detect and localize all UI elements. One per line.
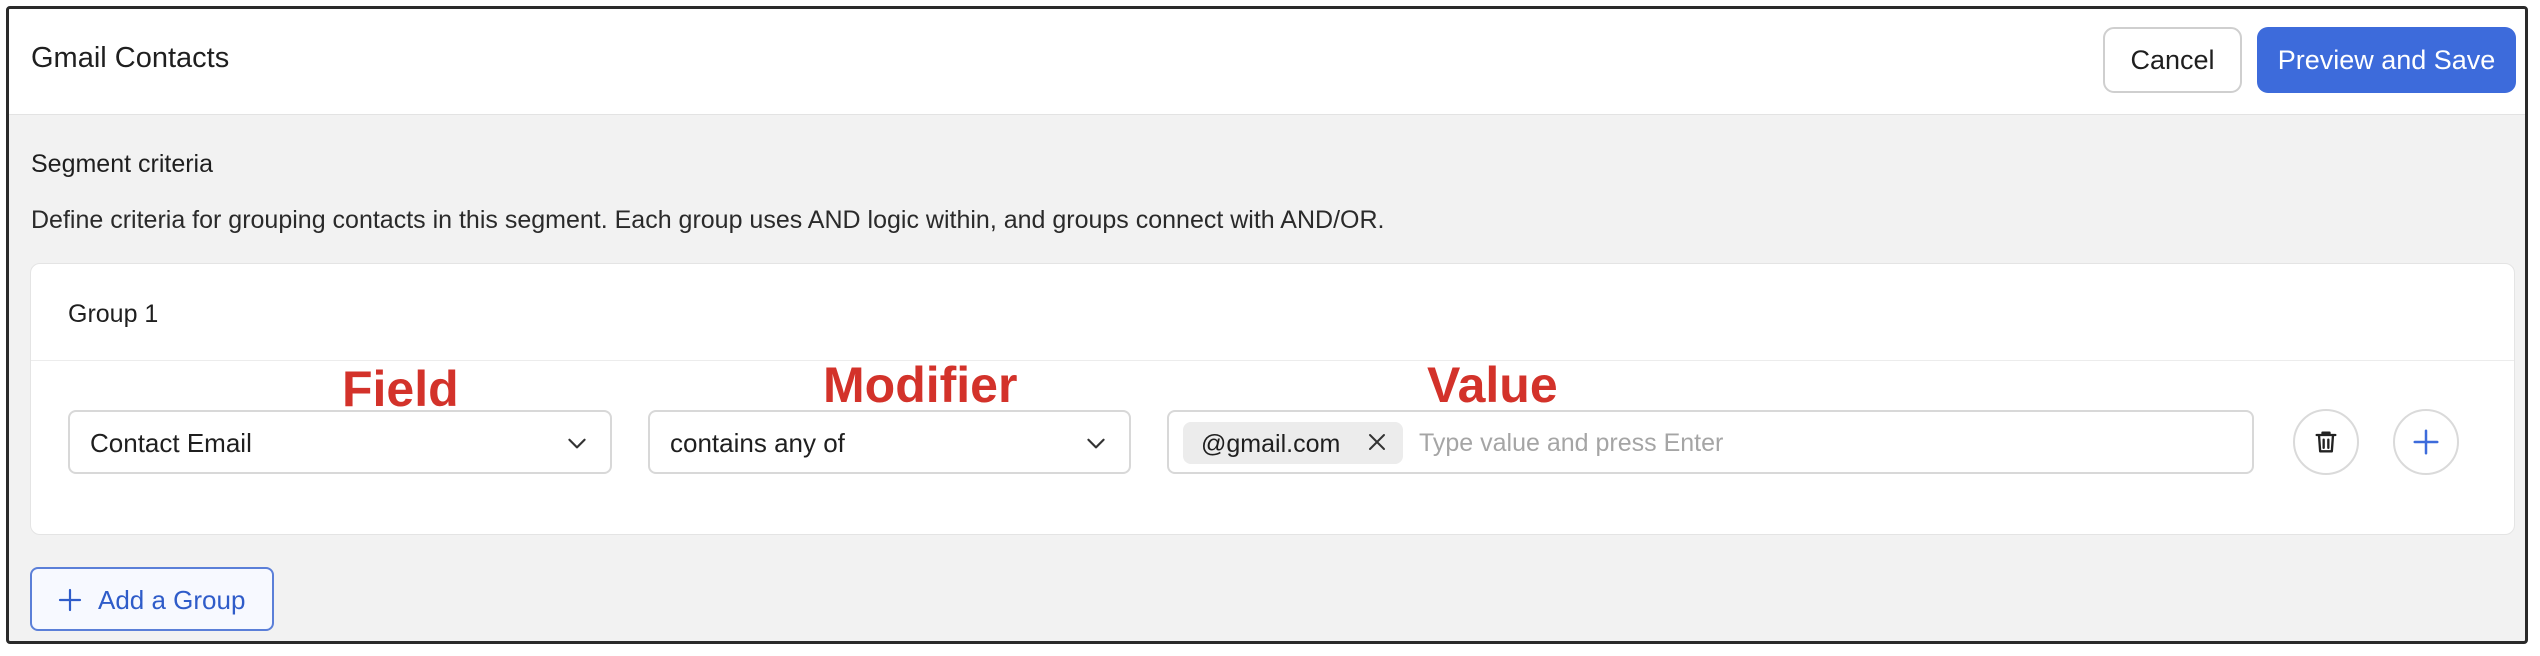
value-annotation: Value — [1427, 357, 1558, 413]
delete-criteria-button[interactable] — [2293, 409, 2359, 475]
top-bar: Gmail Contacts Cancel Preview and Save — [9, 9, 2525, 115]
value-input[interactable]: @gmail.com Type value and press Enter — [1167, 410, 2254, 474]
group-card: Group 1 Field Modifier Value Contact Ema… — [30, 263, 2515, 535]
add-group-label: Add a Group — [98, 585, 246, 615]
value-chip: @gmail.com — [1183, 422, 1403, 464]
group-header: Group 1 — [31, 264, 2514, 361]
field-select-value: Contact Email — [90, 428, 252, 458]
preview-and-save-button[interactable]: Preview and Save — [2257, 27, 2516, 93]
close-icon[interactable] — [1367, 432, 1387, 452]
page-title: Gmail Contacts — [31, 42, 230, 74]
modifier-select[interactable]: contains any of — [648, 410, 1131, 474]
value-input-placeholder: Type value and press Enter — [1419, 429, 1724, 457]
modifier-select-value: contains any of — [670, 428, 845, 458]
add-criteria-button[interactable] — [2393, 409, 2459, 475]
cancel-button[interactable]: Cancel — [2103, 27, 2242, 93]
chevron-down-icon — [1087, 438, 1105, 449]
value-chip-label: @gmail.com — [1201, 430, 1341, 458]
plus-icon — [58, 588, 82, 612]
add-group-button[interactable]: Add a Group — [30, 567, 274, 631]
plus-icon — [2413, 429, 2439, 455]
chevron-down-icon — [568, 438, 586, 449]
group-label: Group 1 — [68, 300, 159, 328]
field-select[interactable]: Contact Email — [68, 410, 612, 474]
trash-icon — [2315, 431, 2337, 453]
segment-criteria-title: Segment criteria — [31, 150, 214, 178]
modifier-annotation: Modifier — [823, 357, 1018, 413]
app-window: Gmail Contacts Cancel Preview and Save S… — [6, 6, 2528, 644]
segment-criteria-description: Define criteria for grouping contacts in… — [31, 206, 1385, 234]
